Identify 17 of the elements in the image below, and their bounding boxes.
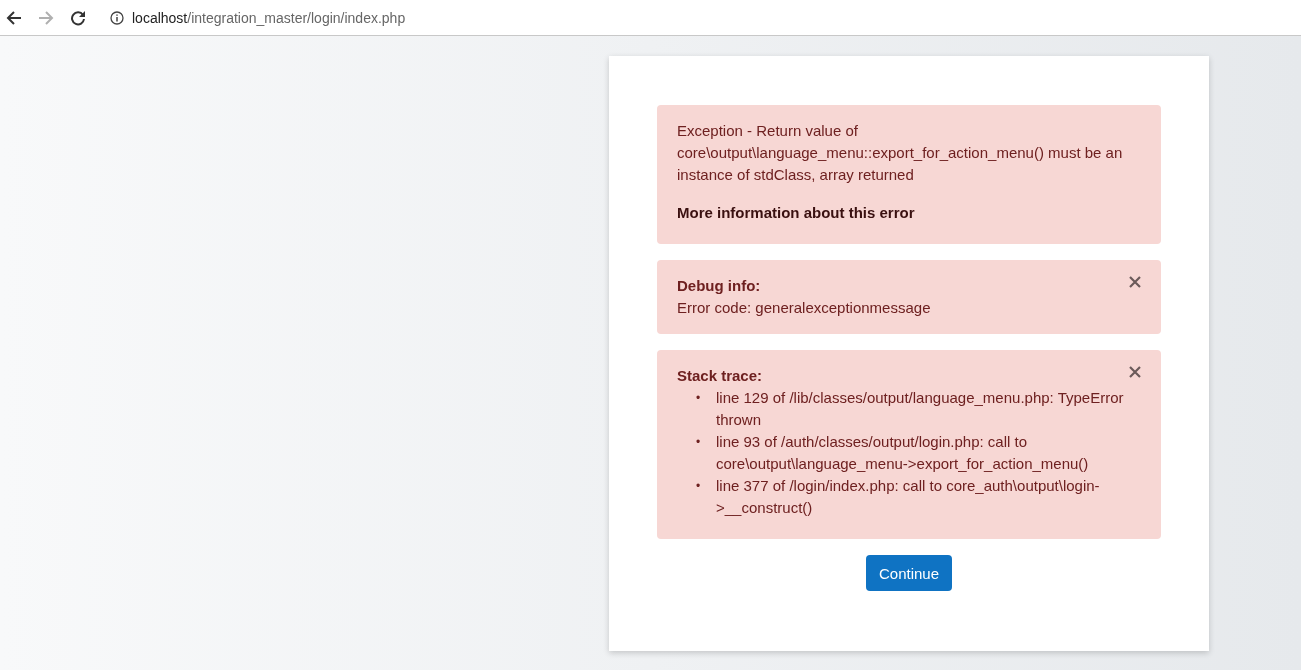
error-message: Exception - Return value of core\output\language_menu::export_for_action_menu() must be an instance of stdClass, array returned — [677, 121, 1124, 185]
bullet: • — [696, 478, 702, 495]
bullet: • — [696, 390, 702, 407]
trace-title: Stack trace: — [677, 366, 763, 386]
url-text: localhost/integration_master/login/index.php — [132, 9, 406, 26]
trace-line: line 377 of /login/index.php: call to core_auth\output\login->__construct() — [716, 476, 1101, 518]
debug-title: Debug info: — [677, 276, 761, 296]
error-code: Error code: generalexceptionmessage — [677, 298, 932, 318]
trace-line: line 93 of /auth/classes/output/login.php: call to core\output\language_menu->export_for_action_menu() — [716, 432, 1090, 474]
close-icon[interactable] — [1129, 276, 1141, 288]
continue-button[interactable]: Continue — [865, 555, 952, 591]
back-icon[interactable] — [6, 9, 22, 26]
close-icon[interactable] — [1129, 366, 1141, 378]
info-icon[interactable] — [110, 10, 124, 25]
bullet: • — [696, 434, 702, 451]
more-info-link[interactable]: More information about this error — [677, 202, 915, 224]
reload-icon[interactable] — [70, 9, 86, 26]
